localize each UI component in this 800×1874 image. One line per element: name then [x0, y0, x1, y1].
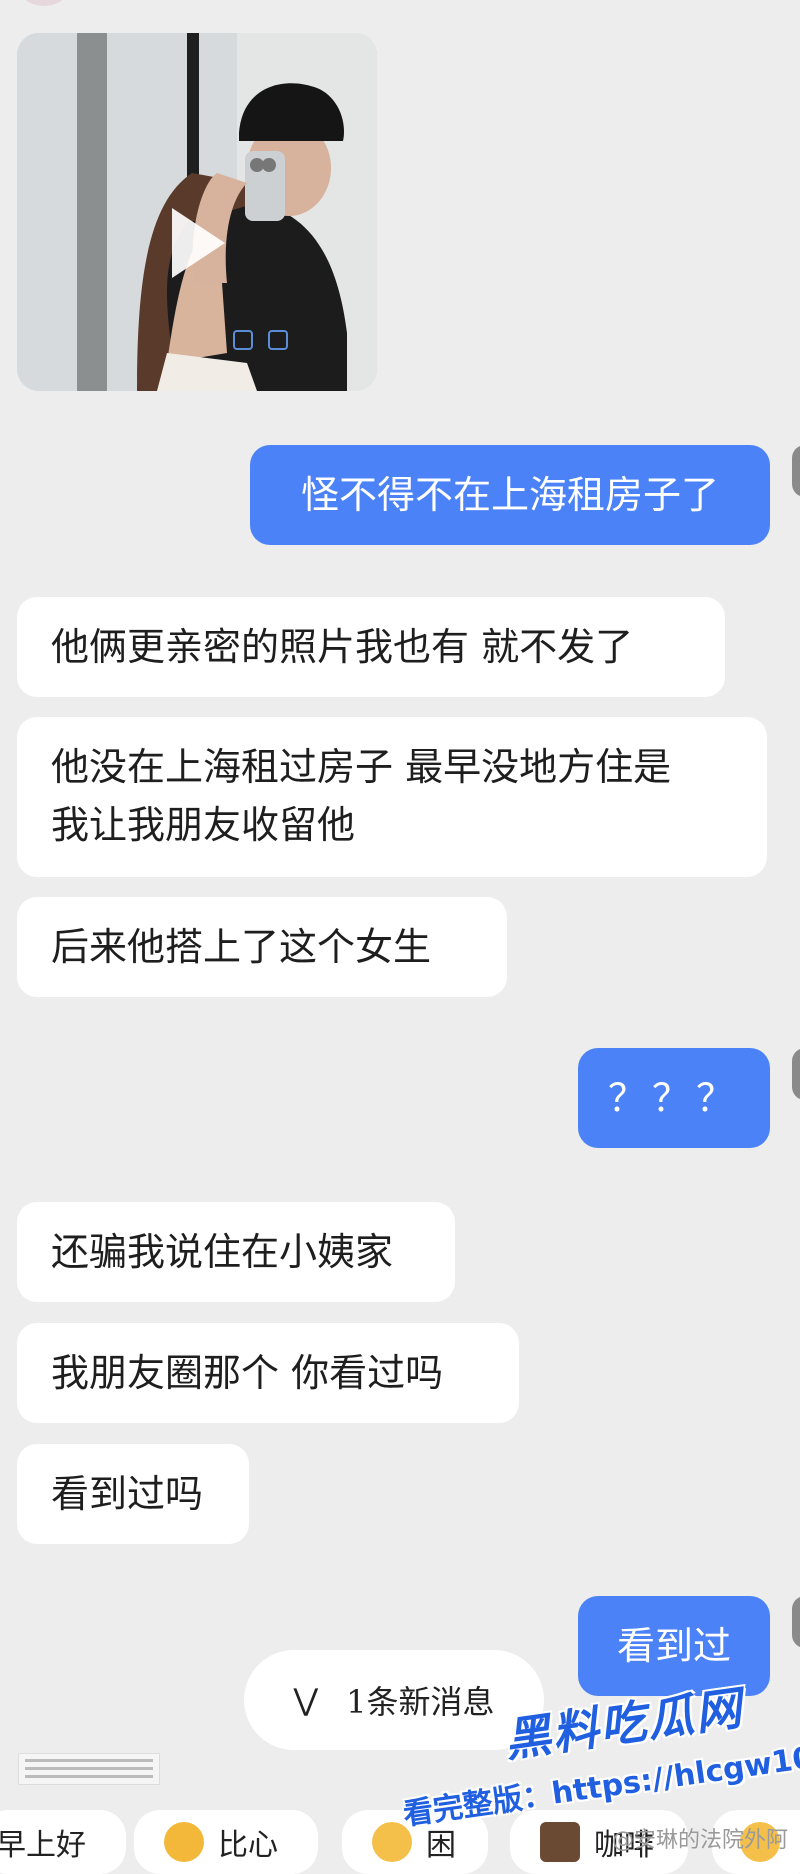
message-bubble-incoming[interactable]: 我朋友圈那个 你看过吗	[17, 1323, 519, 1423]
quick-reply-chip[interactable]: 早上好	[0, 1810, 126, 1874]
message-text: 看到过	[616, 1624, 731, 1668]
message-text-line: 他没在上海租过房子 最早没地方住是	[51, 745, 672, 789]
coffee-icon	[540, 1822, 580, 1862]
video-thumbnail-image	[17, 33, 377, 391]
message-bubble-outgoing[interactable]: 怪不得不在上海租房子了	[250, 445, 770, 545]
message-bubble-incoming[interactable]: 还骗我说住在小姨家	[17, 1202, 455, 1302]
user-avatar[interactable]	[792, 1048, 800, 1100]
message-text: 看到过吗	[51, 1472, 204, 1516]
message-text: ？？？	[607, 1076, 740, 1120]
message-bubble-incoming[interactable]: 他没在上海租过房子 最早没地方住是 我让我朋友收留他	[17, 717, 767, 877]
top-avatar[interactable]	[22, 0, 66, 6]
new-message-pill[interactable]: ⋁ 1条新消息	[244, 1650, 544, 1750]
message-bubble-outgoing[interactable]: ？？？	[578, 1048, 770, 1148]
user-avatar[interactable]	[792, 445, 800, 497]
message-text-line: 我让我朋友收留他	[51, 803, 356, 847]
message-text: 怪不得不在上海租房子了	[300, 473, 719, 517]
message-text: 他俩更亲密的照片我也有 就不发了	[51, 625, 634, 669]
message-bubble-incoming[interactable]: 看到过吗	[17, 1444, 249, 1544]
message-text: 后来他搭上了这个女生	[51, 925, 432, 969]
quick-reply-label: 早上好	[0, 1828, 86, 1863]
quoted-preview[interactable]	[18, 1753, 160, 1785]
message-bubble-incoming[interactable]: 后来他搭上了这个女生	[17, 897, 507, 997]
message-bubble-incoming[interactable]: 他俩更亲密的照片我也有 就不发了	[17, 597, 725, 697]
quick-reply-chip[interactable]: 比心	[134, 1810, 318, 1874]
double-chevron-down-icon: ⋁	[293, 1682, 319, 1718]
message-text: 还骗我说住在小姨家	[51, 1230, 394, 1274]
video-message-thumbnail[interactable]	[17, 33, 377, 391]
quick-reply-label: 比心	[218, 1828, 278, 1863]
heart-hands-emoji-icon	[164, 1822, 204, 1862]
user-avatar[interactable]	[792, 1596, 800, 1648]
watermark-faint-handle: @安琳的法院外阿	[612, 1828, 789, 1853]
new-message-label: 1条新消息	[346, 1683, 495, 1721]
message-text: 我朋友圈那个 你看过吗	[51, 1351, 444, 1395]
